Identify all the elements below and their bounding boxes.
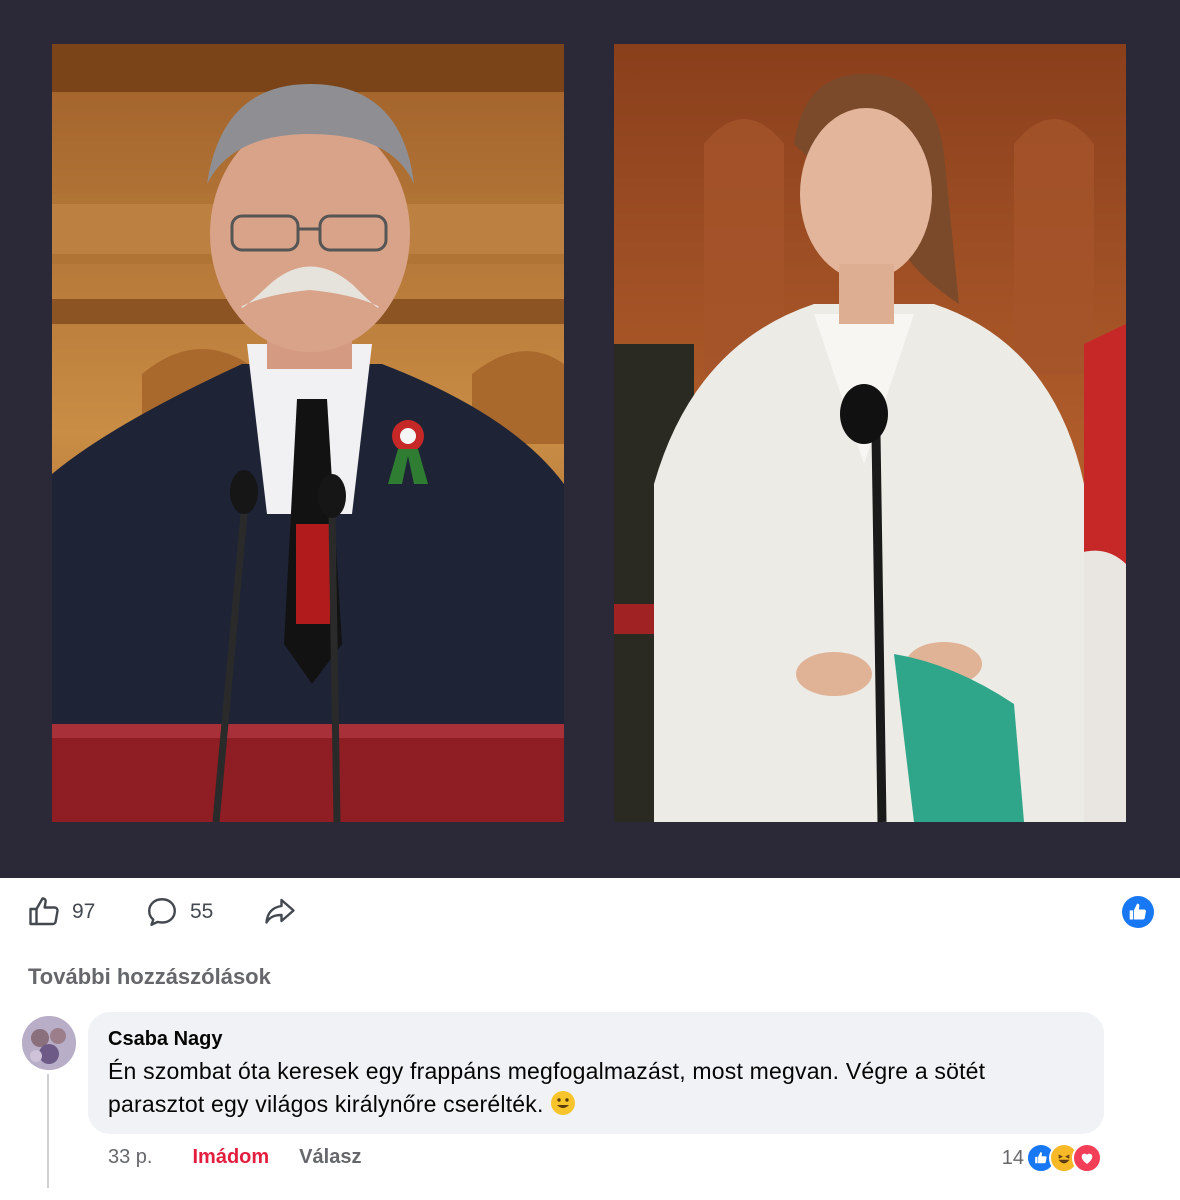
share-button[interactable] bbox=[262, 894, 298, 930]
comment-button[interactable]: 55 bbox=[144, 894, 213, 930]
reply-button[interactable]: Válasz bbox=[299, 1146, 361, 1169]
like-badge-icon[interactable] bbox=[1122, 896, 1154, 928]
avatar[interactable] bbox=[22, 1016, 76, 1070]
more-comments-link[interactable]: További hozzászólások bbox=[28, 964, 271, 990]
comment-text: Én szombat óta keresek egy frappáns megf… bbox=[108, 1055, 1084, 1125]
comment-time[interactable]: 33 p. bbox=[108, 1146, 152, 1169]
comment-author[interactable]: Csaba Nagy bbox=[108, 1028, 1084, 1051]
like-count: 97 bbox=[72, 900, 96, 923]
comment-meta: 33 p. Imádom Válasz bbox=[108, 1146, 361, 1169]
reaction-count: 14 bbox=[1001, 1146, 1024, 1169]
share-icon bbox=[265, 898, 295, 924]
photo-left[interactable] bbox=[52, 44, 564, 822]
post-action-bar: 97 55 bbox=[0, 878, 1180, 948]
love-reaction-button[interactable]: Imádom bbox=[192, 1146, 269, 1169]
thumbs-up-icon bbox=[29, 897, 59, 926]
comment-bubble: Csaba Nagy Én szombat óta keresek egy fr… bbox=[88, 1012, 1104, 1134]
smile-emoji-icon bbox=[550, 1090, 576, 1125]
like-button[interactable]: 97 bbox=[26, 894, 95, 930]
reaction-summary[interactable]: 14 bbox=[1002, 1143, 1102, 1173]
post-image[interactable] bbox=[0, 0, 1180, 878]
photo-right[interactable] bbox=[614, 44, 1126, 822]
comment-count: 55 bbox=[190, 900, 214, 923]
comment-icon bbox=[148, 898, 176, 926]
thread-line bbox=[47, 1074, 49, 1188]
love-icon bbox=[1072, 1143, 1102, 1173]
